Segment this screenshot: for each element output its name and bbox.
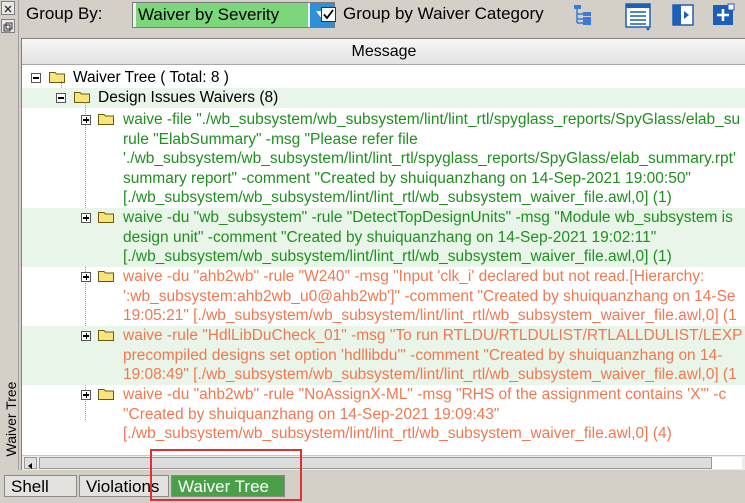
left-panel-strip: Waiver Tree [0, 0, 19, 470]
waiver-text-line: ':wb_subsystem:ahb2wb_u0@ahb2wb']" -comm… [123, 287, 736, 305]
group-by-category-label: Group by Waiver Category [343, 4, 544, 23]
waiver-tree-table: Message Waiver Tree ( Total: 8 ) Design … [21, 38, 745, 470]
tree-connector [61, 81, 62, 88]
close-panel-icon[interactable] [1, 1, 15, 15]
waiver-text-line: './wb_subsystem/wb_subsystem/lint/lint_r… [123, 150, 736, 167]
waiver-item[interactable]: waive -file "./wb_subsystem/wb_subsystem… [22, 110, 745, 208]
expand-all-icon[interactable] [710, 2, 736, 28]
waiver-text-line: waive -du "ahb2wb" -rule "NoAssignX-ML" … [123, 386, 727, 403]
expand-icon[interactable] [81, 331, 91, 341]
waiver-text-line: [./wb_subsystem/wb_subsystem/lint/lint_r… [123, 189, 672, 206]
waiver-text-line: waive -rule "HdlLibDuCheck_01" -msg "To … [123, 327, 743, 344]
tree-hierarchy-icon[interactable] [570, 2, 596, 28]
folder-icon [98, 330, 114, 341]
waiver-text-line: 19:05:21" [./wb_subsystem/wb_subsystem/l… [123, 307, 737, 324]
horizontal-scrollbar[interactable] [22, 455, 745, 470]
folder-icon [98, 114, 114, 125]
tree-group-row[interactable]: Design Issues Waivers (8) [22, 88, 745, 108]
tree-group-label: Design Issues Waivers (8) [98, 89, 279, 106]
bottom-tab-bar: Shell Violations Waiver Tree [0, 472, 745, 503]
tree-root-row[interactable]: Waiver Tree ( Total: 8 ) [22, 68, 745, 88]
group-by-label: Group By: [26, 4, 103, 23]
waiver-text-line: waive -du "wb_subsystem" -rule "DetectTo… [123, 209, 733, 226]
waiver-item[interactable]: waive -du "ahb2wb" -rule "W240" -msg "In… [22, 267, 745, 326]
scroll-left-icon[interactable] [24, 457, 37, 469]
collapse-icon[interactable] [31, 73, 41, 83]
folder-icon [49, 72, 65, 83]
group-by-dropdown[interactable]: Waiver by Severity [132, 2, 335, 28]
tab-shell[interactable]: Shell [4, 475, 77, 497]
toolbar: Group By: Waiver by Severity Group by Wa… [20, 0, 745, 32]
waiver-item[interactable]: waive -du "ahb2wb" -rule "NoAssignX-ML" … [22, 385, 745, 444]
scrollbar-track[interactable] [712, 457, 742, 469]
waiver-item[interactable]: waive -rule "HdlLibDuCheck_01" -msg "To … [22, 326, 745, 385]
waiver-text-line: [./wb_subsystem/wb_subsystem/lint/lint_r… [123, 248, 672, 265]
collapse-all-icon[interactable] [670, 2, 696, 28]
message-column-label: Message [351, 43, 417, 60]
message-column-header[interactable]: Message [22, 39, 745, 65]
folder-icon [98, 271, 114, 282]
highlight-annotation-box [150, 449, 302, 501]
expand-icon[interactable] [81, 115, 91, 125]
waiver-text-line: waive -file "./wb_subsystem/wb_subsystem… [123, 111, 741, 128]
waiver-text-line: precompiled designs set option 'hdllibdu… [123, 346, 723, 364]
waiver-text-line: 19:08:49" [./wb_subsystem/wb_subsystem/l… [123, 366, 737, 383]
folder-icon [98, 389, 114, 400]
undock-panel-icon[interactable] [1, 19, 15, 33]
waiver-text-line: summary report" -comment "Created by shu… [123, 169, 691, 187]
group-by-selected-value: Waiver by Severity [136, 3, 308, 27]
group-by-category-checkbox[interactable] [321, 7, 336, 22]
expand-icon[interactable] [81, 213, 91, 223]
folder-icon [98, 212, 114, 223]
side-panel-title: Waiver Tree [3, 381, 19, 457]
collapse-icon[interactable] [56, 93, 66, 103]
tree-root-label: Waiver Tree ( Total: 8 ) [73, 69, 229, 86]
folder-icon [74, 92, 90, 103]
scrollbar-thumb[interactable] [39, 457, 712, 469]
waiver-item[interactable]: waive -du "wb_subsystem" -rule "DetectTo… [22, 208, 745, 267]
waiver-text-line: rule "ElabSummary" -msg "Please refer fi… [123, 130, 418, 148]
waiver-text-line: [./wb_subsystem/wb_subsystem/lint/lint_r… [123, 425, 672, 442]
waiver-text-line: design unit" -comment "Created by shuiqu… [123, 228, 657, 246]
expand-icon[interactable] [81, 390, 91, 400]
waiver-text-line: waive -du "ahb2wb" -rule "W240" -msg "In… [123, 268, 705, 285]
expand-icon[interactable] [81, 272, 91, 282]
waiver-text-line: "Created by shuiquanzhang on 14-Sep-2021… [123, 405, 500, 423]
waiver-tree: Waiver Tree ( Total: 8 ) Design Issues W… [22, 66, 745, 456]
list-view-icon[interactable] [624, 2, 651, 31]
